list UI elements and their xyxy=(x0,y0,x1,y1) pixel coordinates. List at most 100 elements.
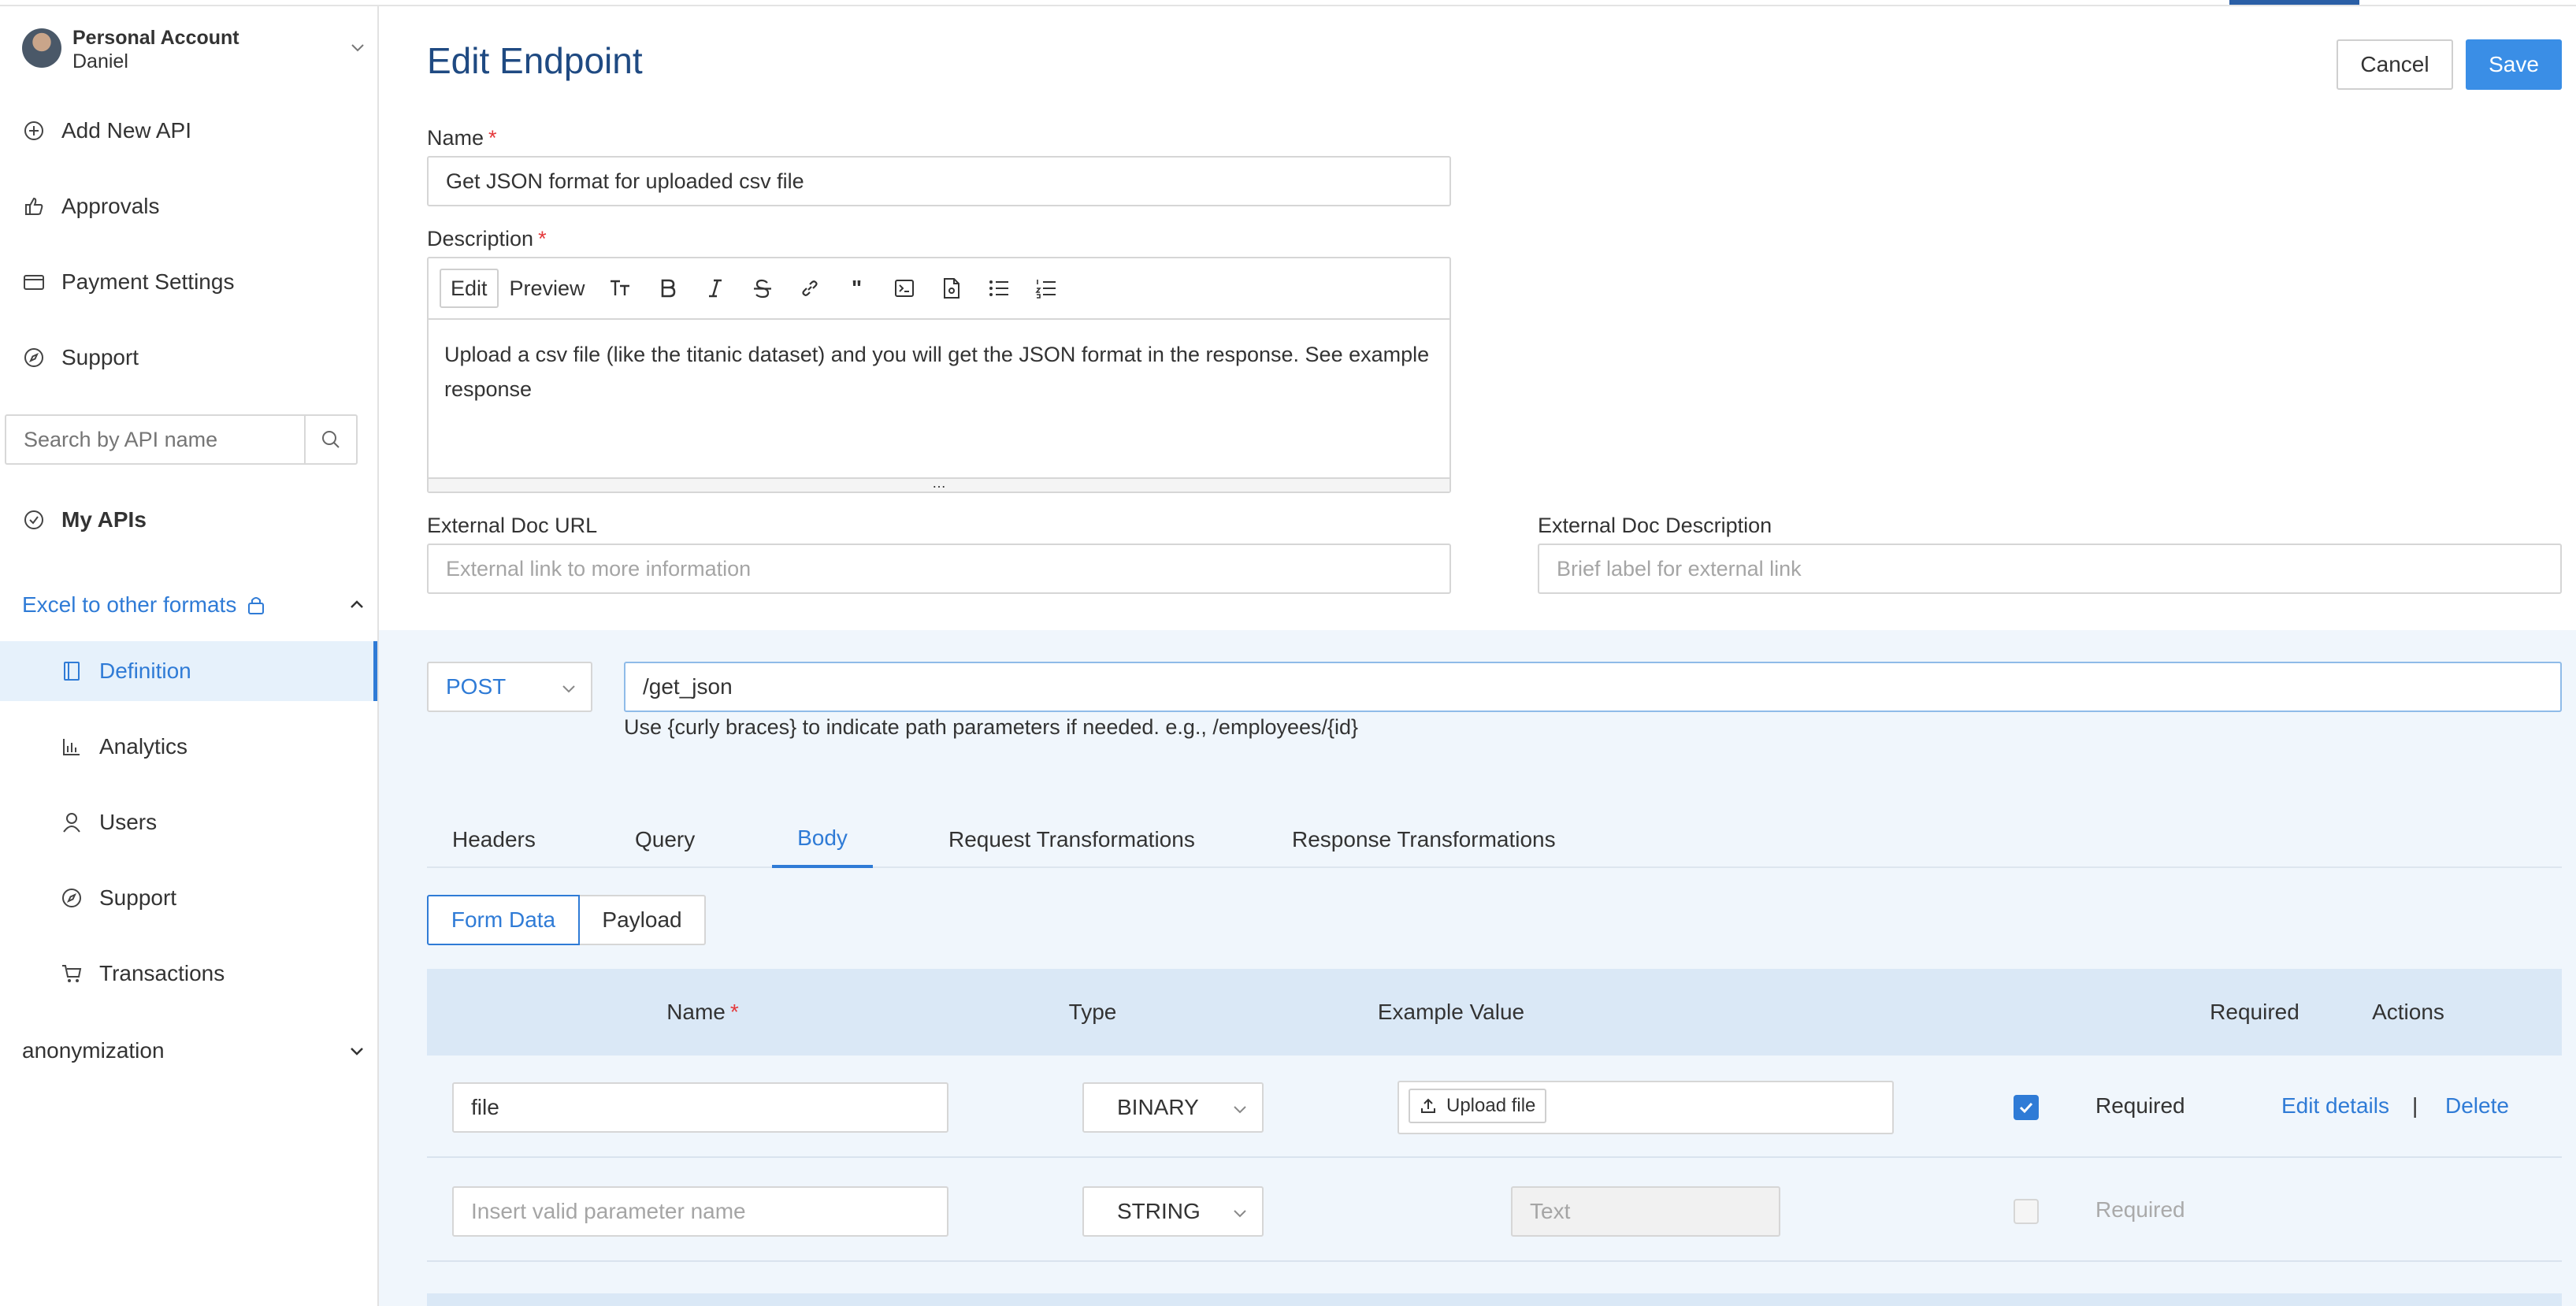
chevron-down-icon xyxy=(1234,1106,1246,1114)
http-method-select[interactable]: POST xyxy=(427,662,592,712)
sidebar-item-label: Support xyxy=(99,885,177,910)
required-checkbox[interactable] xyxy=(2014,1199,2039,1224)
chevron-down-icon xyxy=(562,685,575,693)
account-switcher[interactable]: Personal Account Daniel xyxy=(22,22,369,77)
param-tabs: Headers Query Body Request Transformatio… xyxy=(427,811,2562,868)
ext-doc-url-label: External Doc URL xyxy=(427,514,598,537)
required-checkbox[interactable] xyxy=(2014,1095,2039,1120)
description-text[interactable]: Upload a csv file (like the titanic data… xyxy=(444,337,1437,406)
column-header-example: Example Value xyxy=(1377,1000,1525,1024)
numbered-list-icon[interactable] xyxy=(1034,276,1058,300)
sidebar-item-add-new-api[interactable]: Add New API xyxy=(22,112,191,150)
sidebar-item-label: Add New API xyxy=(61,118,191,143)
sidebar-item-support[interactable]: Support xyxy=(22,339,139,377)
sidebar-item-analytics[interactable]: Analytics xyxy=(0,717,377,777)
sidebar-item-label: Payment Settings xyxy=(61,269,235,294)
delete-link[interactable]: Delete xyxy=(2445,1093,2509,1119)
sidebar-item-label: anonymization xyxy=(22,1038,165,1063)
editor-tab-edit[interactable]: Edit xyxy=(440,269,499,308)
required-mark: * xyxy=(538,227,547,250)
sidebar-item-api-support[interactable]: Support xyxy=(0,868,377,928)
page-title: Edit Endpoint xyxy=(427,40,643,81)
tab-body[interactable]: Body xyxy=(772,811,873,868)
edit-details-link[interactable]: Edit details xyxy=(2281,1093,2389,1119)
body-mode-payload[interactable]: Payload xyxy=(580,895,706,945)
avatar xyxy=(22,28,61,68)
sidebar-item-label: Definition xyxy=(99,659,191,683)
search-input[interactable] xyxy=(6,416,306,463)
sidebar-item-transactions[interactable]: Transactions xyxy=(0,944,377,1004)
param-name-input[interactable]: file xyxy=(452,1082,948,1133)
tab-response-transformations[interactable]: Response Transformations xyxy=(1292,811,1556,868)
name-input[interactable]: Get JSON format for uploaded csv file xyxy=(427,156,1451,206)
credit-card-icon xyxy=(22,270,46,294)
chevron-up-icon[interactable] xyxy=(350,599,364,610)
table-footer-strip xyxy=(427,1293,2562,1306)
heading-icon[interactable] xyxy=(609,276,633,300)
upload-icon xyxy=(1421,1098,1435,1113)
editor-resize-handle[interactable]: … xyxy=(429,476,1449,492)
tab-query[interactable]: Query xyxy=(635,811,695,868)
cart-icon xyxy=(60,962,84,985)
user-icon xyxy=(60,811,84,834)
editor-tab-preview[interactable]: Preview xyxy=(510,276,585,301)
save-button[interactable]: Save xyxy=(2466,39,2562,90)
param-type-value: STRING xyxy=(1117,1199,1201,1223)
param-type-select[interactable]: BINARY xyxy=(1082,1082,1264,1133)
book-icon xyxy=(60,659,84,683)
quote-icon[interactable]: " xyxy=(845,276,869,300)
sidebar-item-payment-settings[interactable]: Payment Settings xyxy=(22,263,234,301)
http-method-value: POST xyxy=(446,674,507,699)
sidebar-item-label: Transactions xyxy=(99,961,225,985)
chevron-down-icon xyxy=(351,44,364,52)
sidebar-item-label: Support xyxy=(61,345,139,369)
cancel-button[interactable]: Cancel xyxy=(2337,39,2453,90)
ext-doc-desc-input[interactable]: Brief label for external link xyxy=(1538,544,2562,594)
api-group-label: Excel to other formats xyxy=(22,592,237,617)
bullet-list-icon[interactable] xyxy=(987,276,1011,300)
tab-headers[interactable]: Headers xyxy=(452,811,536,868)
link-icon[interactable] xyxy=(798,276,822,300)
compass-icon xyxy=(22,346,46,369)
body-mode-form-data[interactable]: Form Data xyxy=(427,895,580,945)
lock-icon xyxy=(248,597,265,614)
example-value-input[interactable]: Text xyxy=(1511,1186,1780,1237)
name-label: Name * xyxy=(427,126,497,150)
tab-request-transformations[interactable]: Request Transformations xyxy=(948,811,1195,868)
sidebar-api-excel-to-other-formats[interactable]: Excel to other formats xyxy=(22,586,364,624)
param-name-input[interactable]: Insert valid parameter name xyxy=(452,1186,948,1237)
sidebar-my-apis[interactable]: My APIs xyxy=(22,501,147,539)
action-separator: | xyxy=(2412,1093,2418,1118)
thumbs-up-icon xyxy=(22,195,46,218)
sidebar-item-approvals[interactable]: Approvals xyxy=(22,187,160,225)
image-file-icon[interactable] xyxy=(940,276,963,300)
required-label: Required xyxy=(2095,1093,2185,1118)
strikethrough-icon[interactable] xyxy=(751,276,774,300)
compass-icon xyxy=(60,886,84,910)
account-title: Personal Account xyxy=(72,27,239,49)
endpoint-path-input[interactable]: /get_json xyxy=(624,662,2562,712)
chevron-down-icon xyxy=(351,1048,363,1056)
check-circle-icon xyxy=(22,508,46,532)
sidebar-item-users[interactable]: Users xyxy=(0,792,377,852)
italic-icon[interactable] xyxy=(703,276,727,300)
code-icon[interactable] xyxy=(893,276,916,300)
param-type-select[interactable]: STRING xyxy=(1082,1186,1264,1237)
chevron-down-icon xyxy=(1234,1210,1246,1218)
ext-doc-url-input[interactable]: External link to more information xyxy=(427,544,1451,594)
description-label: Description * xyxy=(427,227,547,250)
ext-doc-desc-label: External Doc Description xyxy=(1538,514,1772,537)
checkmark-icon xyxy=(2019,1102,2033,1114)
example-value-field: Upload file xyxy=(1397,1081,1894,1134)
sidebar-api-anonymization[interactable]: anonymization xyxy=(22,1032,363,1070)
sidebar-item-definition[interactable]: Definition xyxy=(0,641,377,701)
bold-icon[interactable] xyxy=(656,276,680,300)
search-icon xyxy=(322,431,340,448)
column-header-name: Name * xyxy=(666,1000,739,1024)
api-search xyxy=(5,414,358,465)
sidebar-item-label: Users xyxy=(99,810,158,834)
search-button[interactable] xyxy=(306,416,356,463)
upload-file-button[interactable]: Upload file xyxy=(1409,1089,1547,1123)
path-hint: Use {curly braces} to indicate path para… xyxy=(624,715,1359,739)
required-mark: * xyxy=(729,1000,739,1024)
